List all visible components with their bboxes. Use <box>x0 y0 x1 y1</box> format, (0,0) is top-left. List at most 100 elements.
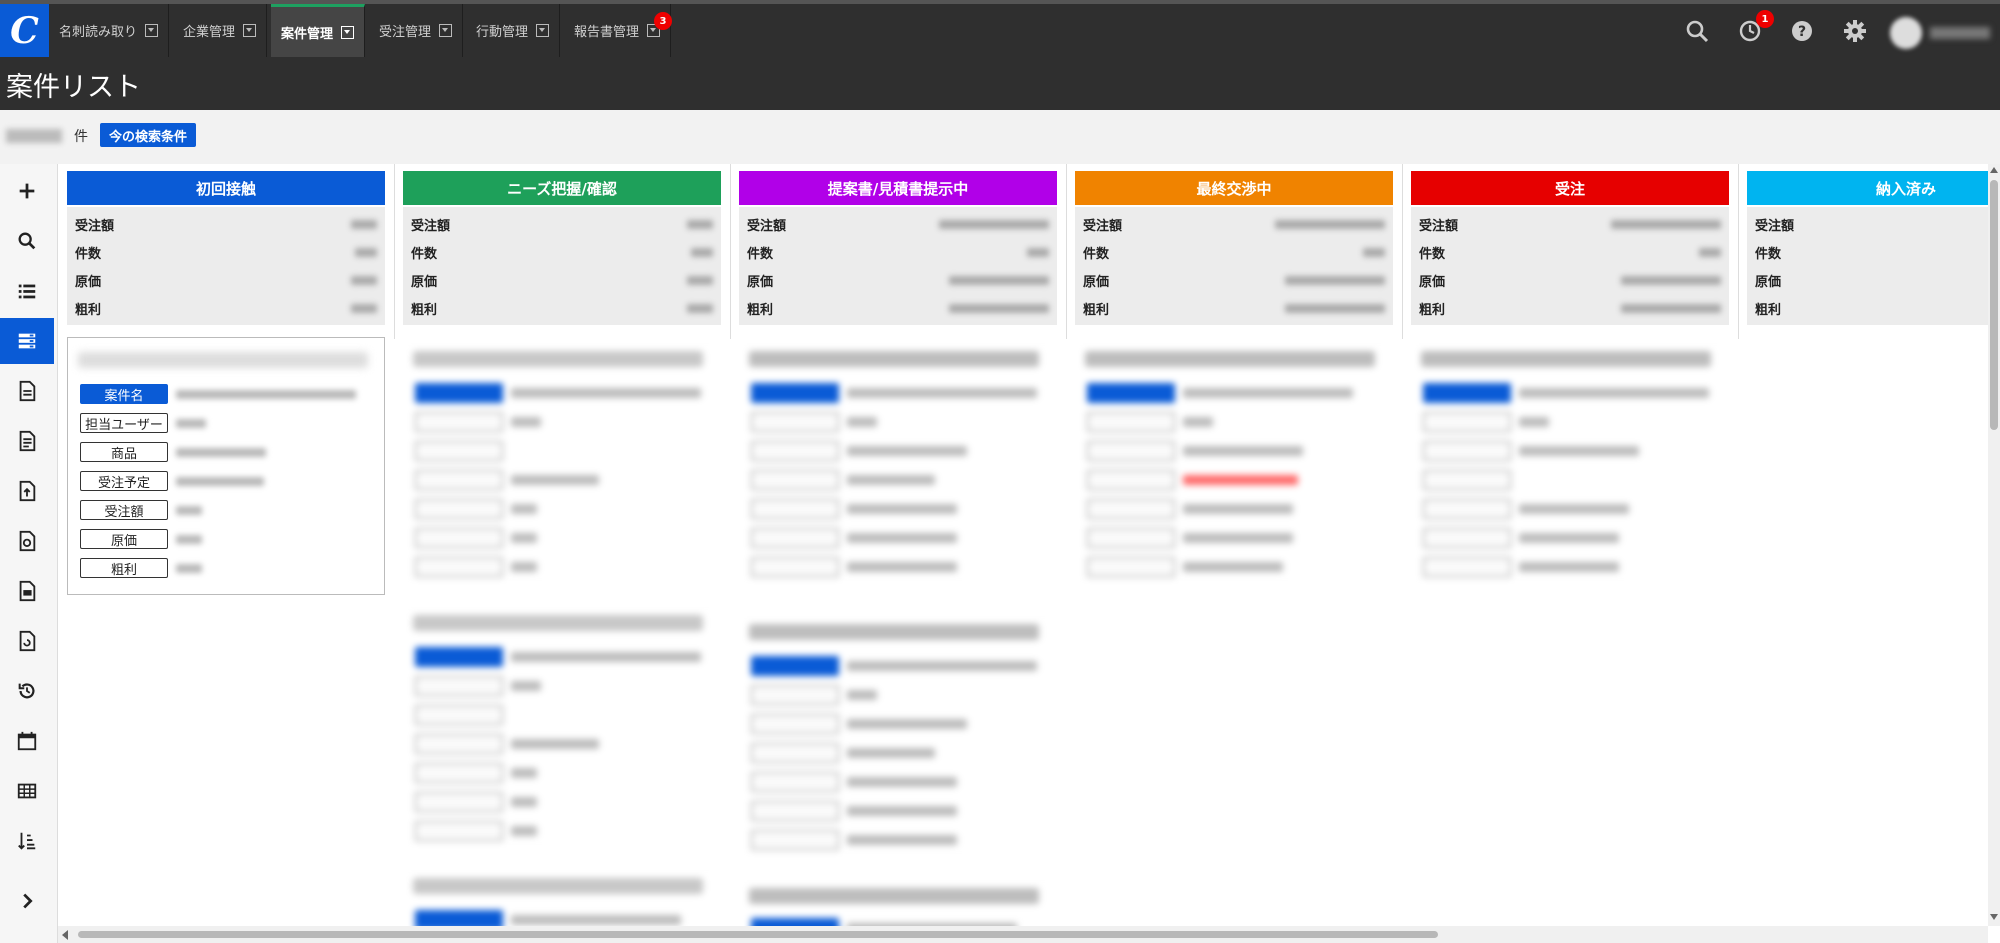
column-header[interactable]: ニーズ把握/確認 <box>403 171 721 205</box>
field-label-blurred <box>751 656 839 676</box>
field-label-blurred <box>1087 470 1175 490</box>
deal-card-blurred[interactable] <box>739 610 1057 860</box>
field-value-blurred <box>1519 417 1549 427</box>
document-cycle-icon[interactable] <box>0 618 54 664</box>
document-upload-icon[interactable] <box>0 468 54 514</box>
nav-tab-activity[interactable]: 行動管理 <box>466 4 561 57</box>
field-value-blurred <box>511 562 537 572</box>
document-lines-icon[interactable] <box>0 418 54 464</box>
horizontal-scrollbar[interactable] <box>58 926 1988 943</box>
field-value-blurred <box>847 417 877 427</box>
stat-label: 件数 <box>1419 247 1446 262</box>
column-summary: 受注額 件数 原価 粗利 <box>403 207 721 325</box>
field-label-blurred <box>751 801 839 821</box>
dropdown-icon[interactable] <box>439 24 453 37</box>
nav-tab-deals[interactable]: 案件管理 <box>271 4 366 57</box>
document-refresh-icon[interactable] <box>0 518 54 564</box>
column-header[interactable]: 受注 <box>1411 171 1729 205</box>
field-label-blurred <box>751 685 839 705</box>
field-value-blurred <box>176 418 206 428</box>
scroll-left-icon[interactable] <box>62 930 68 940</box>
stat-value-blurred <box>687 304 713 313</box>
field-label-cost: 原価 <box>80 529 168 549</box>
column-header[interactable]: 最終交渉中 <box>1075 171 1393 205</box>
top-navigation: C 名刺読み取り 企業管理 案件管理 受注管理 行動管理 報告書管理 3 1 ? <box>0 0 2000 57</box>
search-condition-button[interactable]: 今の検索条件 <box>100 123 197 147</box>
stat-label: 原価 <box>411 275 438 290</box>
field-label-blurred <box>1087 383 1175 403</box>
nav-tab-label: 行動管理 <box>476 25 529 40</box>
field-value-blurred <box>511 739 599 749</box>
search-icon[interactable] <box>1684 18 1710 44</box>
nav-tab-reports[interactable]: 報告書管理 <box>564 4 672 57</box>
stat-value-blurred <box>1275 220 1385 229</box>
vertical-scroll-thumb[interactable] <box>1990 180 1998 430</box>
deal-card-blurred[interactable] <box>1075 337 1393 587</box>
user-menu[interactable] <box>1890 17 1990 49</box>
dropdown-icon[interactable] <box>243 24 257 37</box>
stat-value-blurred <box>691 248 713 257</box>
stat-label: 件数 <box>411 247 438 262</box>
document-icon[interactable] <box>0 368 54 414</box>
scroll-up-icon[interactable] <box>1990 167 1998 173</box>
stat-value-blurred <box>1363 248 1385 257</box>
stat-label: 件数 <box>1755 247 1782 262</box>
filter-bar: 件 今の検索条件 <box>0 110 2000 164</box>
deal-card[interactable]: 案件名 担当ユーザー 商品 受注予定 受注額 原価 粗利 <box>67 337 385 595</box>
expand-icon[interactable] <box>0 878 54 924</box>
deal-card-blurred[interactable] <box>739 874 1057 938</box>
avatar <box>1890 17 1922 49</box>
search-icon[interactable] <box>0 218 54 264</box>
dropdown-icon[interactable] <box>145 24 159 37</box>
stat-value-blurred <box>1285 304 1385 313</box>
field-label-blurred <box>751 714 839 734</box>
deal-card-blurred[interactable] <box>403 864 721 930</box>
app-logo[interactable]: C <box>0 4 49 57</box>
column-summary: 受注額 件数 原価 粗利 <box>1411 207 1729 325</box>
card-title-blurred <box>1421 351 1711 367</box>
deal-card-blurred[interactable] <box>403 337 721 587</box>
nav-tab-orders[interactable]: 受注管理 <box>369 4 464 57</box>
column-header[interactable]: 初回接触 <box>67 171 385 205</box>
field-value-blurred <box>847 504 957 514</box>
nav-tab-company[interactable]: 企業管理 <box>173 4 268 57</box>
kanban-column-needs: ニーズ把握/確認 受注額 件数 原価 粗利 <box>395 164 729 930</box>
scroll-down-icon[interactable] <box>1990 914 1998 920</box>
nav-tab-label: 名刺読み取り <box>59 25 138 40</box>
report-icon[interactable] <box>0 568 54 614</box>
add-icon[interactable] <box>0 168 54 214</box>
list-icon[interactable] <box>0 268 54 314</box>
kanban-icon[interactable] <box>0 318 54 364</box>
deal-card-blurred[interactable] <box>403 601 721 851</box>
field-value-blurred <box>1183 417 1213 427</box>
card-title-blurred <box>413 351 703 367</box>
deal-card-blurred[interactable] <box>739 337 1057 587</box>
column-header[interactable]: 提案書/見積書提示中 <box>739 171 1057 205</box>
field-label-blurred <box>751 441 839 461</box>
table-icon[interactable] <box>0 768 54 814</box>
stat-value-blurred <box>1621 304 1721 313</box>
help-icon[interactable]: ? <box>1789 18 1815 44</box>
field-label-blurred <box>415 383 503 403</box>
card-title-blurred <box>749 624 1039 640</box>
stat-value-blurred <box>949 304 1049 313</box>
page-title: 案件リスト <box>6 72 141 103</box>
card-title-blurred <box>1085 351 1375 367</box>
deal-card-blurred[interactable] <box>1411 337 1729 587</box>
dropdown-icon[interactable] <box>536 24 550 37</box>
calendar-icon[interactable] <box>0 718 54 764</box>
field-label-blurred <box>1087 557 1175 577</box>
gear-icon[interactable] <box>1842 18 1868 44</box>
column-header[interactable]: 納入済み <box>1747 171 1988 205</box>
history-icon[interactable] <box>0 668 54 714</box>
dropdown-icon[interactable] <box>341 25 355 39</box>
field-label-gross-profit: 粗利 <box>80 558 168 578</box>
field-label-blurred <box>415 412 503 432</box>
field-label-blurred <box>415 441 503 461</box>
horizontal-scroll-thumb[interactable] <box>78 931 1438 938</box>
vertical-scrollbar[interactable] <box>1988 164 2000 926</box>
sort-icon[interactable] <box>0 818 54 864</box>
nav-tab-card-scan[interactable]: 名刺読み取り <box>49 4 170 57</box>
column-summary: 受注額 件数 原価 粗利 <box>739 207 1057 325</box>
stat-label: 原価 <box>75 275 102 290</box>
